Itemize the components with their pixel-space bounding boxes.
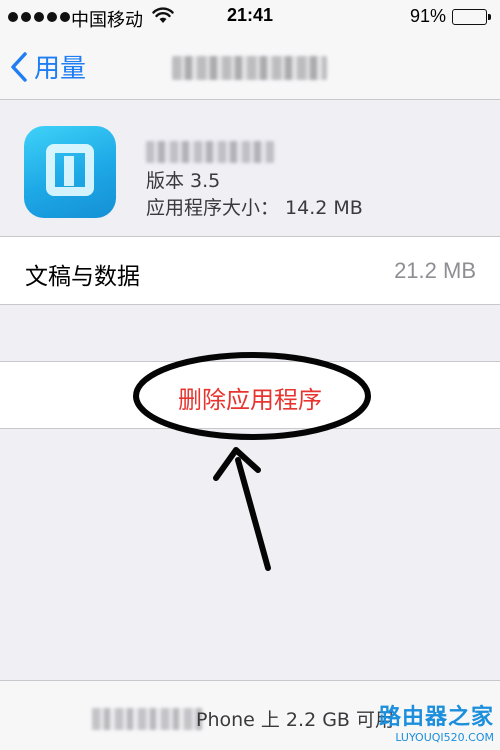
battery-percent: 91%	[410, 6, 447, 26]
app-name-obscured	[146, 141, 274, 163]
battery-icon	[452, 9, 491, 25]
watermark-logo: 路由器之家 LUYOUQI520.COM	[379, 699, 494, 744]
annotation-arrow-head	[213, 447, 261, 481]
watermark-sub: LUYOUQI520.COM	[395, 731, 494, 744]
back-button-label: 用量	[34, 54, 87, 84]
page-title-obscured	[172, 56, 327, 80]
delete-app-button[interactable]: 删除应用程序	[0, 361, 500, 429]
app-version: 版本 3.5	[146, 170, 221, 192]
back-button[interactable]: 用量	[10, 48, 86, 85]
status-bar: 中国移动 21:41 91%	[0, 0, 500, 34]
app-icon	[24, 126, 116, 218]
documents-data-value: 21.2 MB	[394, 258, 476, 283]
device-name-obscured	[92, 708, 202, 730]
watermark-main: 路由器之家	[378, 705, 494, 730]
navigation-bar: 用量	[0, 34, 500, 100]
chevron-left-icon	[10, 51, 28, 82]
documents-data-row: 文稿与数据 21.2 MB	[0, 237, 500, 305]
storage-footer: Phone 上 2.2 GB 可用 路由器之家 LUYOUQI520.COM	[0, 680, 500, 750]
delete-app-label: 删除应用程序	[178, 386, 322, 414]
documents-data-label: 文稿与数据	[25, 264, 140, 290]
app-size: 应用程序大小： 14.2 MB	[146, 197, 363, 219]
annotation-arrow-shaft	[235, 457, 271, 571]
storage-available-text: Phone 上 2.2 GB 可用	[196, 709, 394, 731]
